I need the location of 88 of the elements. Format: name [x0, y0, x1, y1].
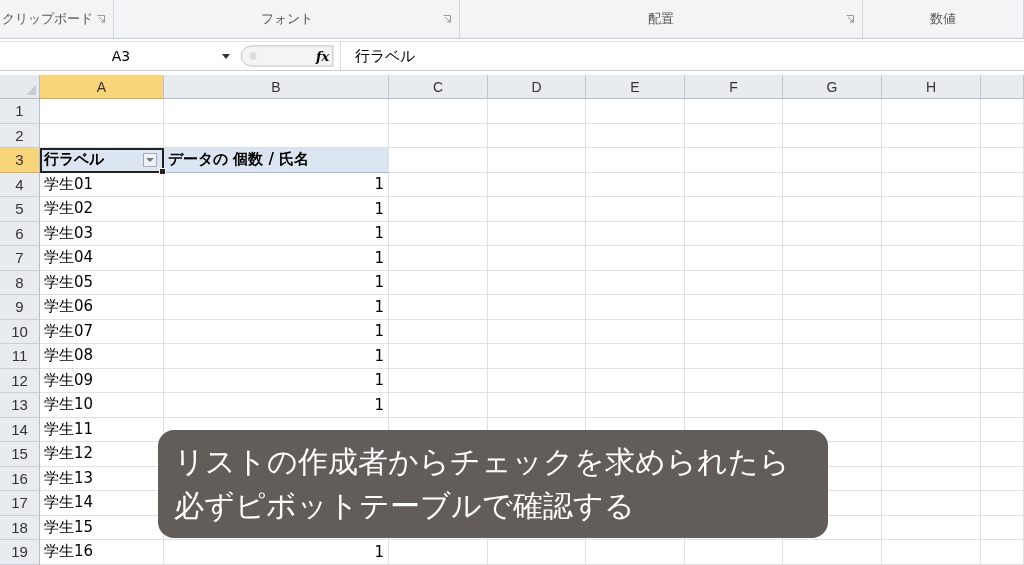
cell-text: 行ラベル — [44, 150, 104, 170]
row-header[interactable]: 8 — [0, 270, 40, 295]
table-cell — [981, 148, 1024, 173]
table-cell — [981, 515, 1024, 540]
table-cell — [981, 319, 1024, 344]
row-header[interactable]: 16 — [0, 466, 40, 491]
table-cell: 学生06 — [40, 295, 164, 320]
row-header[interactable]: 9 — [0, 295, 40, 320]
table-cell: 学生02 — [40, 197, 164, 222]
dialog-launcher-icon[interactable] — [846, 15, 854, 23]
table-cell: 1 — [164, 295, 389, 320]
ribbon-group-label: 配置 — [648, 10, 674, 28]
column-header[interactable]: E — [586, 75, 685, 99]
select-all-icon[interactable] — [26, 85, 36, 95]
table-cell: 1 — [164, 319, 389, 344]
table-cell: 学生04 — [40, 246, 164, 271]
table-cell — [981, 442, 1024, 467]
row-header[interactable]: 11 — [0, 344, 40, 369]
table-cell — [981, 99, 1024, 124]
column-header[interactable]: C — [389, 75, 488, 99]
table-cell — [981, 466, 1024, 491]
column-header[interactable]: D — [488, 75, 586, 99]
column-header[interactable] — [981, 75, 1024, 99]
fill-handle[interactable] — [159, 167, 166, 175]
row-header[interactable]: 6 — [0, 221, 40, 246]
name-box[interactable]: A3 — [0, 48, 236, 64]
table-cell: 学生16 — [40, 540, 164, 565]
caret-icon — [222, 53, 230, 59]
ribbon-group-label: 数値 — [930, 10, 956, 28]
insert-function-button[interactable]: fx — [316, 48, 340, 64]
table-cell: 1 — [164, 172, 389, 197]
column-header[interactable]: B — [164, 75, 389, 99]
table-cell — [981, 417, 1024, 442]
table-cell — [981, 270, 1024, 295]
caption-text: 必ずピボットテーブルで確認する — [174, 487, 635, 525]
table-cell — [981, 123, 1024, 148]
row-header[interactable]: 19 — [0, 540, 40, 565]
table-cell: 学生09 — [40, 368, 164, 393]
row-header[interactable]: 3 — [0, 148, 40, 173]
table-cell: 1 — [164, 221, 389, 246]
dialog-launcher-icon[interactable] — [443, 15, 451, 23]
table-cell: 1 — [164, 540, 389, 565]
filter-dropdown-icon[interactable] — [143, 152, 157, 167]
row-header[interactable]: 12 — [0, 368, 40, 393]
table-cell: 1 — [164, 197, 389, 222]
table-cell — [981, 221, 1024, 246]
ribbon-group-label: クリップボード — [2, 10, 93, 28]
row-header[interactable]: 17 — [0, 491, 40, 516]
ribbon-group-label: フォント — [260, 10, 313, 28]
row-header[interactable]: 4 — [0, 172, 40, 197]
table-cell: 学生10 — [40, 393, 164, 418]
row-header[interactable]: 13 — [0, 393, 40, 418]
row-header[interactable]: 7 — [0, 246, 40, 271]
table-cell: 学生03 — [40, 221, 164, 246]
table-cell — [981, 295, 1024, 320]
table-cell: 学生05 — [40, 270, 164, 295]
selected-cell[interactable]: 行ラベル — [40, 148, 164, 173]
table-cell — [981, 491, 1024, 516]
row-header[interactable]: 18 — [0, 515, 40, 540]
row-header[interactable]: 1 — [0, 99, 40, 124]
table-cell: 学生01 — [40, 172, 164, 197]
table-cell: 1 — [164, 246, 389, 271]
table-cell — [981, 172, 1024, 197]
row-header[interactable]: 14 — [0, 417, 40, 442]
table-cell — [981, 246, 1024, 271]
table-cell — [981, 393, 1024, 418]
row-header[interactable]: 5 — [0, 197, 40, 222]
row-header[interactable]: 2 — [0, 123, 40, 148]
table-cell: 学生07 — [40, 319, 164, 344]
column-header[interactable]: G — [783, 75, 882, 99]
row-header[interactable]: 15 — [0, 442, 40, 467]
column-header[interactable]: H — [882, 75, 981, 99]
table-cell: 1 — [164, 344, 389, 369]
table-cell: 1 — [164, 393, 389, 418]
column-header[interactable]: A — [40, 75, 164, 99]
table-cell: データの 個数 / 氏名 — [164, 148, 389, 173]
column-header[interactable]: F — [685, 75, 783, 99]
table-cell — [981, 344, 1024, 369]
table-cell — [981, 368, 1024, 393]
table-cell — [981, 197, 1024, 222]
table-cell: 1 — [164, 270, 389, 295]
row-header[interactable]: 10 — [0, 319, 40, 344]
caption-text: リストの作成者からチェックを求められたら — [174, 443, 790, 481]
formula-field[interactable]: 行ラベル — [340, 42, 1024, 70]
table-cell — [981, 540, 1024, 565]
table-cell: 学生08 — [40, 344, 164, 369]
table-cell: 1 — [164, 368, 389, 393]
dialog-launcher-icon[interactable] — [97, 15, 105, 23]
